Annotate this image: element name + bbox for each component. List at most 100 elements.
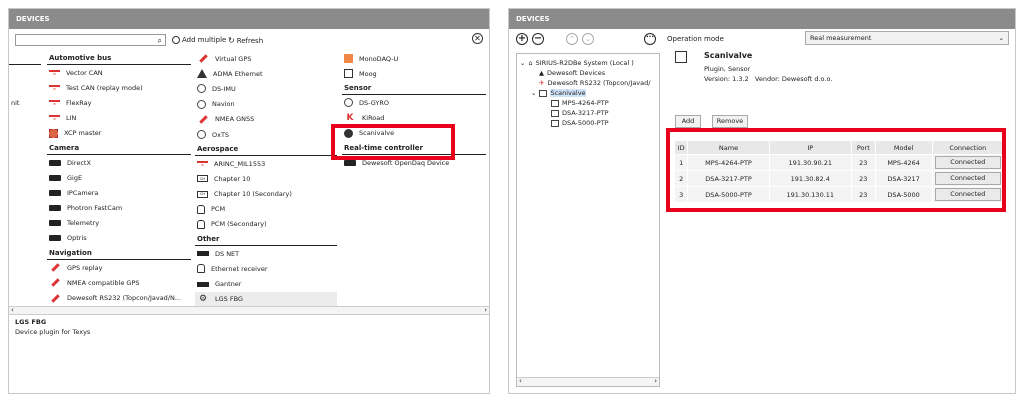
version-text: Version: 1.3.2 bbox=[704, 75, 749, 83]
chapter-icon: CH bbox=[197, 175, 208, 183]
device-type-item[interactable]: Moog bbox=[342, 66, 486, 81]
device-type-item[interactable]: K KiRoad bbox=[342, 111, 486, 126]
device-type-item[interactable]: MonoDAQ-U bbox=[342, 51, 486, 66]
move-down-icon[interactable]: ⌄ bbox=[582, 33, 594, 45]
tree-item-label: MPS-4264-PTP bbox=[562, 99, 609, 107]
device-type-item[interactable]: Optris bbox=[47, 231, 191, 246]
add-device-icon[interactable]: + bbox=[516, 33, 528, 45]
device-type-item[interactable]: XCP master bbox=[47, 126, 191, 141]
device-type-item[interactable]: DS-IMU bbox=[195, 81, 337, 96]
device-type-label: LIN bbox=[66, 114, 77, 123]
device-type-label: DS-IMU bbox=[212, 84, 236, 93]
chevron-down-icon[interactable]: ⌄ bbox=[531, 89, 536, 97]
device-type-label: Vector CAN bbox=[66, 68, 103, 77]
table-cell: DSA-5000-PTP bbox=[687, 186, 770, 203]
more-options-icon[interactable]: ··· bbox=[644, 33, 656, 45]
column-header[interactable]: Model bbox=[874, 140, 933, 155]
device-type-item[interactable]: CH Chapter 10 bbox=[195, 171, 337, 186]
tree-item-mps-4264[interactable]: MPS-4264-PTP bbox=[551, 99, 609, 107]
scroll-left-icon[interactable]: ‹ bbox=[519, 377, 522, 385]
device-type-item[interactable]: CH Chapter 10 (Secondary) bbox=[195, 187, 337, 202]
device-type-item[interactable]: Scanivalve bbox=[342, 126, 486, 141]
device-type-item[interactable]: GigE bbox=[47, 170, 191, 185]
camera-icon bbox=[49, 220, 61, 227]
search-input[interactable]: ⌕ bbox=[15, 34, 166, 46]
device-type-item[interactable]: Virtual GPS bbox=[195, 51, 337, 66]
device-type-item[interactable]: DS-GYRO bbox=[342, 95, 486, 110]
can-icon: ≡ bbox=[49, 69, 60, 76]
device-type-label: Telemetry bbox=[67, 219, 100, 228]
device-type-item[interactable]: Ethernet receiver bbox=[195, 261, 337, 276]
device-type-label: Photron FastCam bbox=[67, 204, 123, 213]
device-type-item[interactable]: ≡ ARINC_MIL1553 bbox=[195, 156, 337, 171]
device-type-item[interactable]: PCM (Secondary) bbox=[195, 217, 337, 232]
column-header[interactable]: ID bbox=[673, 140, 689, 155]
setup-toolbar: + − ⌃ ⌄ ··· Operation mode Real measurem… bbox=[509, 29, 1015, 49]
chip-icon bbox=[49, 128, 58, 138]
device-type-item[interactable]: GPS replay bbox=[47, 260, 191, 275]
person-icon bbox=[197, 204, 205, 214]
remove-button[interactable]: Remove bbox=[712, 115, 748, 128]
device-type-item[interactable]: IPCamera bbox=[47, 185, 191, 200]
connection-status-button[interactable]: Connected bbox=[934, 188, 1001, 201]
camera-icon bbox=[49, 205, 61, 212]
device-type-item[interactable]: Telemetry bbox=[47, 216, 191, 231]
device-type-item[interactable]: Dewesoft OpenDaq Device bbox=[342, 155, 486, 170]
device-type-item[interactable]: ≡ LIN bbox=[47, 111, 191, 126]
device-type-item[interactable]: Gantner bbox=[195, 276, 337, 291]
remove-device-icon[interactable]: − bbox=[532, 33, 544, 45]
column-header[interactable]: IP bbox=[768, 140, 853, 155]
connection-cell[interactable]: Connected bbox=[931, 154, 1005, 171]
scroll-right-icon[interactable]: › bbox=[484, 306, 487, 314]
device-type-item[interactable]: NMEA compatible GPS bbox=[47, 275, 191, 290]
device-type-label: Chapter 10 (Secondary) bbox=[214, 190, 292, 199]
table-row[interactable]: 1 MPS-4264-PTP 191.30.90.21 23 MPS-4264 Conne… bbox=[673, 154, 1005, 171]
search-icon[interactable]: ⌕ bbox=[158, 36, 162, 46]
add-button[interactable]: Add bbox=[675, 115, 701, 128]
close-icon[interactable]: ✕ bbox=[472, 33, 483, 44]
refresh-button[interactable]: ↻ Refresh bbox=[228, 36, 263, 45]
device-type-item[interactable]: DirectX bbox=[47, 155, 191, 170]
chevron-down-icon[interactable]: ⌄ bbox=[520, 59, 525, 67]
device-type-item[interactable]: ≡ Test CAN (replay mode) bbox=[47, 80, 191, 95]
device-type-item[interactable]: ADMA Ethernet bbox=[195, 66, 337, 81]
tree-item-dsa-3217[interactable]: DSA-3217-PTP bbox=[551, 109, 609, 117]
device-type-item[interactable]: NMEA GNSS bbox=[195, 112, 337, 127]
device-type-item[interactable]: DS NET bbox=[195, 246, 337, 261]
cube-icon bbox=[551, 119, 559, 127]
scroll-left-icon[interactable]: ‹ bbox=[11, 306, 14, 314]
device-type-item[interactable]: ⚙ LGS FBG bbox=[195, 291, 337, 307]
tree-item-scanivalve[interactable]: ⌄ Scanivalve bbox=[531, 89, 586, 97]
tree-item-dewesoft-devices[interactable]: ▲ Dewesoft Devices bbox=[539, 69, 605, 77]
tree-item-rs232[interactable]: ✈ Dewesoft RS232 (Topcon/Javad/ bbox=[539, 79, 650, 87]
info-title: LGS FBG bbox=[15, 318, 47, 326]
horizontal-scrollbar[interactable]: ‹ › bbox=[9, 306, 489, 315]
device-type-item[interactable]: OxTS bbox=[195, 127, 337, 142]
add-multiple-label: Add multiple bbox=[182, 36, 227, 44]
column-header[interactable]: Connection bbox=[931, 140, 1005, 155]
connection-cell[interactable]: Connected bbox=[931, 170, 1005, 187]
column-header[interactable]: Name bbox=[687, 140, 770, 155]
device-type-item[interactable]: ≡ Vector CAN bbox=[47, 65, 191, 80]
device-type-item[interactable]: Navion bbox=[195, 97, 337, 112]
tree-root[interactable]: ⌄ ⌂ SIRIUS-R2DBe System (Local ) bbox=[520, 59, 634, 67]
connection-status-button[interactable]: Connected bbox=[934, 156, 1001, 169]
column-header[interactable]: Port bbox=[851, 140, 876, 155]
device-type-item[interactable]: ≡ FlexRay bbox=[47, 95, 191, 110]
device-type-item[interactable]: PCM bbox=[195, 202, 337, 217]
table-row[interactable]: 3 DSA-5000-PTP 191.30.130.11 23 DSA-5000 Conn… bbox=[673, 186, 1005, 203]
table-cell: 23 bbox=[851, 154, 876, 171]
table-row[interactable]: 2 DSA-3217-PTP 191.30.82.4 23 DSA-3217 Connec… bbox=[673, 170, 1005, 187]
connection-cell[interactable]: Connected bbox=[931, 186, 1005, 203]
chapter-icon: CH bbox=[197, 190, 208, 198]
tree-item-dsa-5000[interactable]: DSA-5000-PTP bbox=[551, 119, 609, 127]
move-up-icon[interactable]: ⌃ bbox=[566, 33, 578, 45]
tree-scrollbar[interactable]: ‹ › bbox=[517, 377, 659, 386]
connection-status-button[interactable]: Connected bbox=[934, 172, 1001, 185]
device-type-label: Chapter 10 bbox=[214, 174, 251, 183]
device-type-item[interactable]: Dewesoft RS232 (Topcon/Javad/N... bbox=[47, 290, 191, 305]
add-multiple-button[interactable]: Add multiple bbox=[172, 36, 226, 44]
device-type-item[interactable]: Photron FastCam bbox=[47, 201, 191, 216]
scroll-right-icon[interactable]: › bbox=[654, 377, 657, 385]
operation-mode-select[interactable]: Real measurement ⌄ bbox=[805, 31, 1009, 45]
